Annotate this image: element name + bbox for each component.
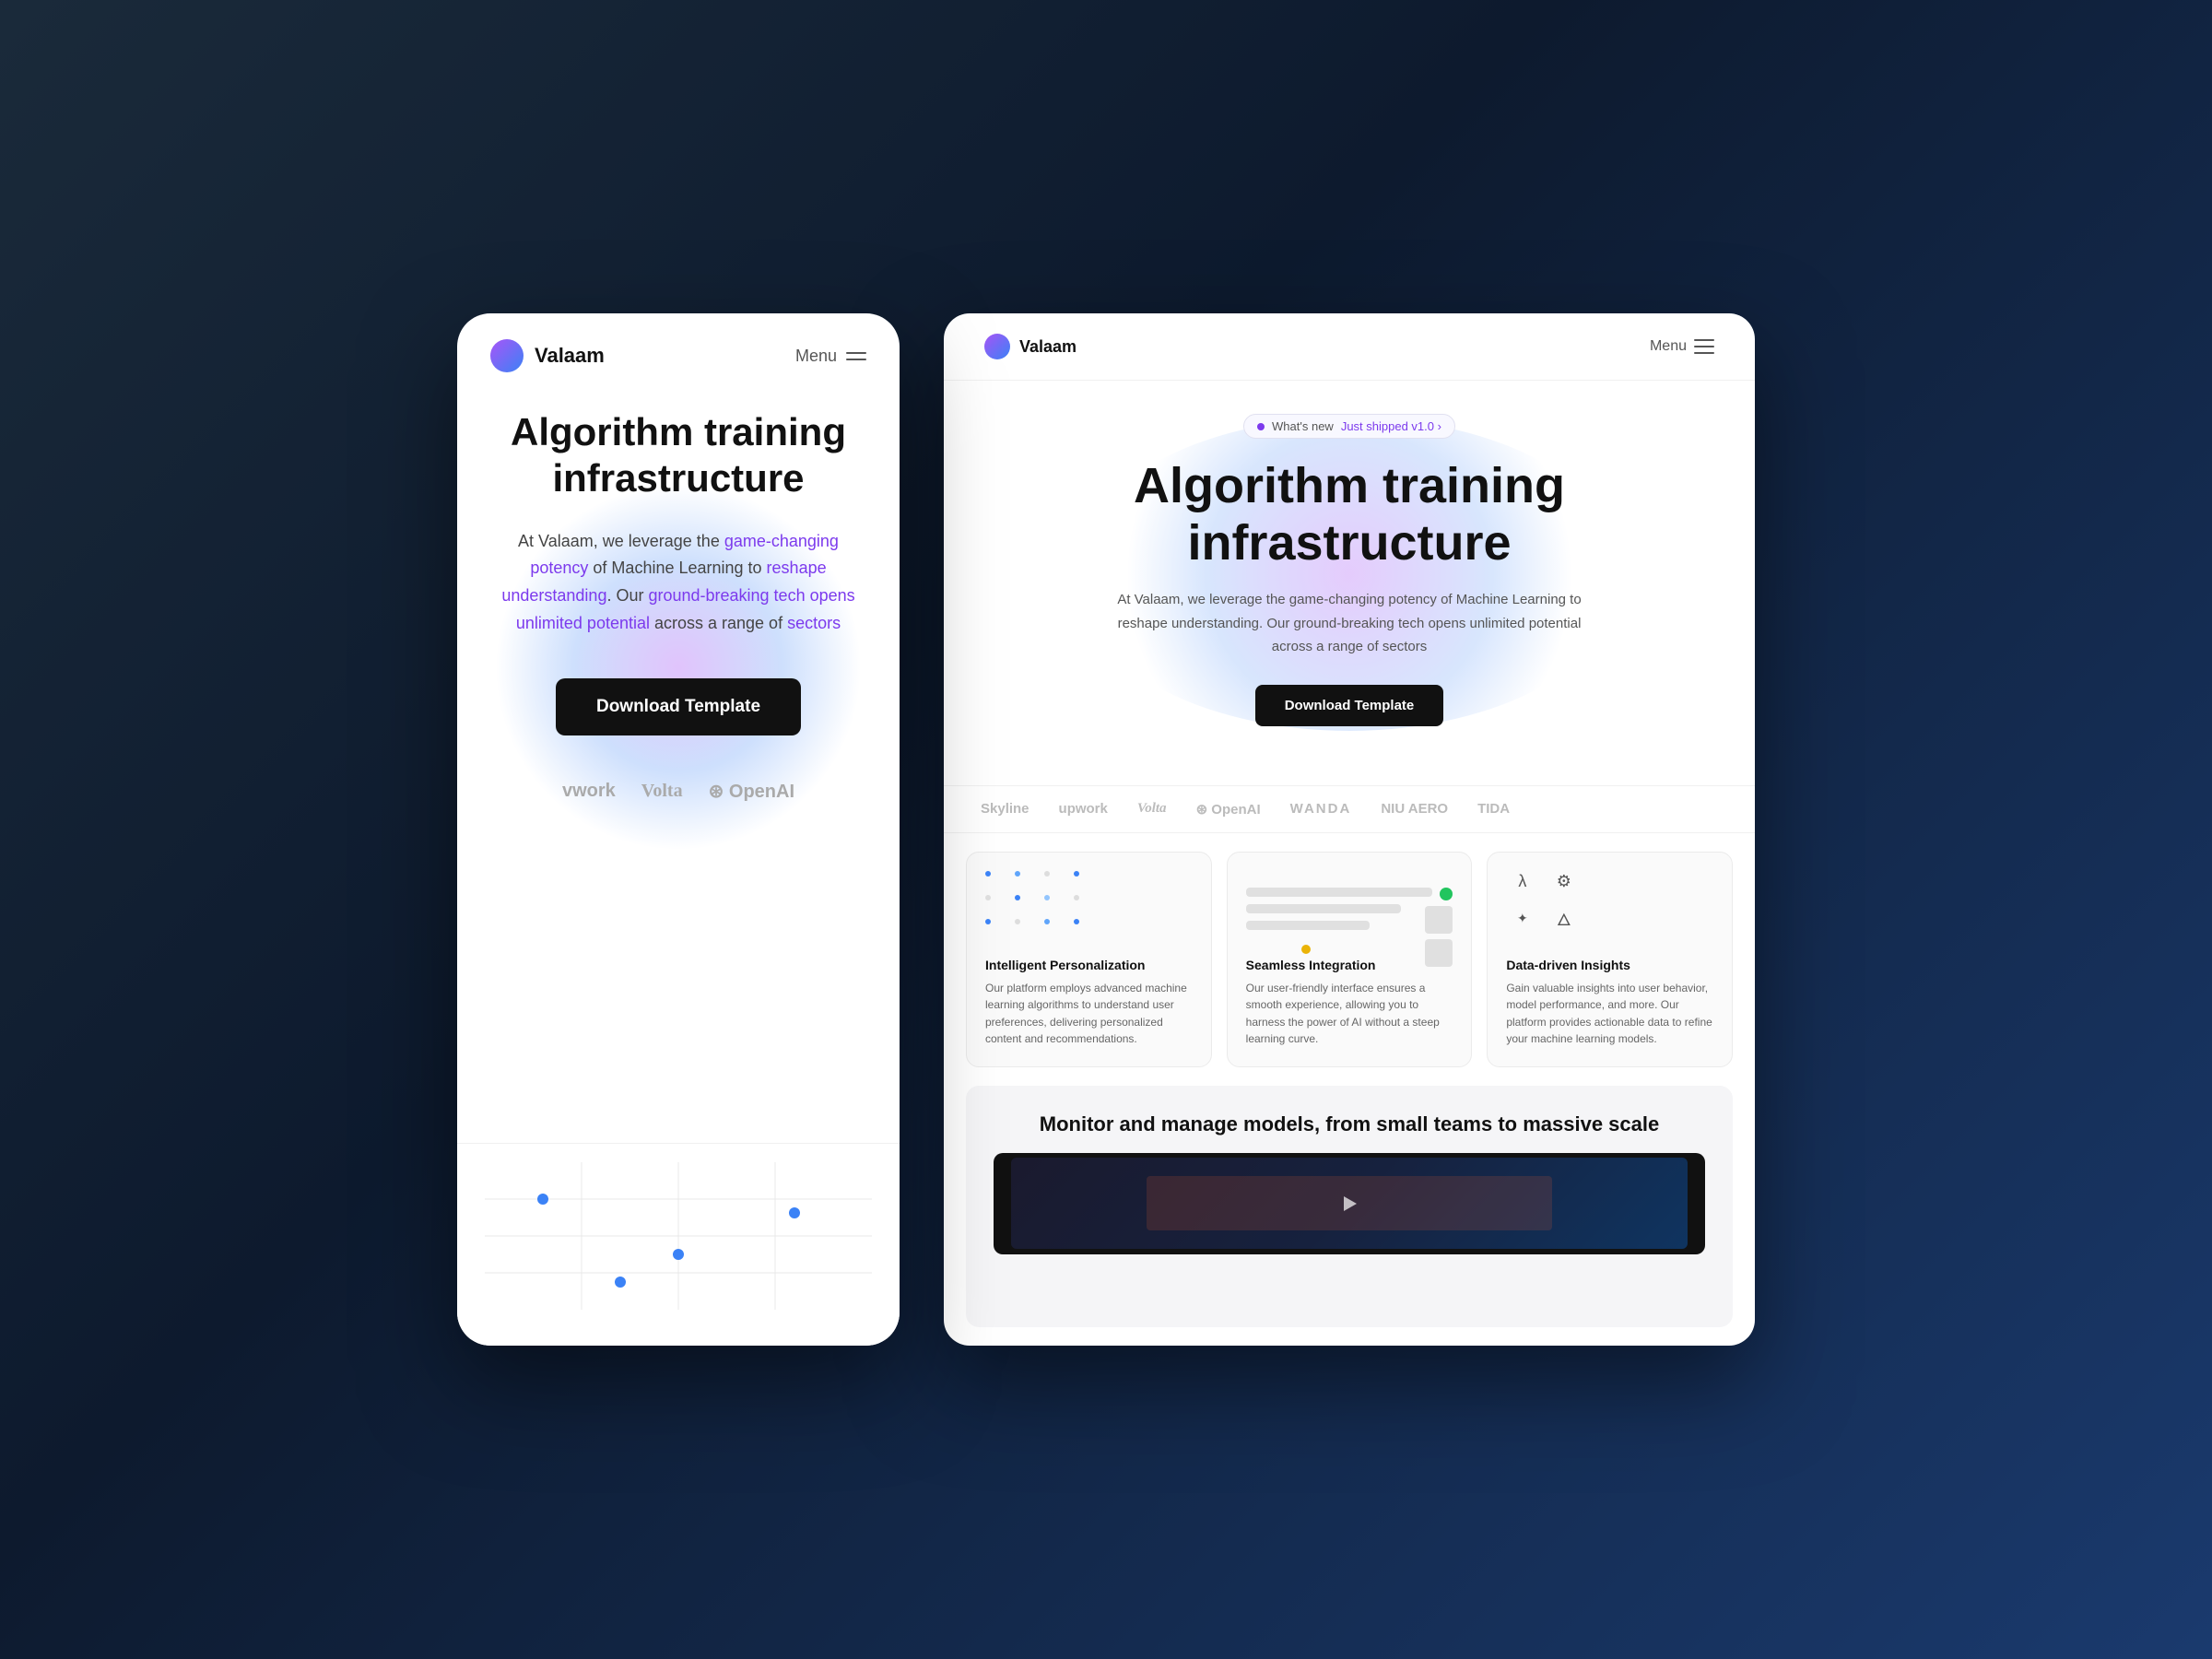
play-area (1147, 1176, 1552, 1230)
gear-symbol: ⚙ (1547, 871, 1580, 892)
feature-visual-3: λ ⚙ ✦ 🜂 (1506, 871, 1713, 945)
badge-version-label: Just shipped v1.0 › (1341, 419, 1441, 433)
feature-title-3: Data-driven Insights (1506, 958, 1713, 972)
desktop-logo-niuaero: NIU AERO (1381, 801, 1448, 817)
chart-dot-1 (537, 1194, 548, 1205)
mobile-download-button[interactable]: Download Template (556, 678, 801, 735)
play-icon (1338, 1193, 1360, 1215)
mobile-logo-name: Valaam (535, 344, 605, 368)
desktop-download-button[interactable]: Download Template (1255, 685, 1444, 726)
lines-visual (1246, 888, 1453, 961)
feature-card-personalization: Intelligent Personalization Our platform… (966, 852, 1212, 1067)
mobile-navbar: Valaam Menu (457, 313, 900, 391)
mobile-chart (485, 1162, 872, 1310)
desktop-logo-wanda: WANDA (1290, 801, 1352, 817)
desktop-navbar: Valaam Menu (944, 313, 1755, 381)
desktop-logos-strip: Skyline upwork Volta ⊛ OpenAI WANDA NIU … (944, 785, 1755, 833)
hamburger-icon[interactable] (846, 352, 866, 360)
desktop-main-title: Algorithm training infrastructure (999, 457, 1700, 571)
feature-card-insights: λ ⚙ ✦ 🜂 Data-driven Insights Gain valuab… (1487, 852, 1733, 1067)
chart-dot-3 (789, 1207, 800, 1218)
feature-desc-2: Our user-friendly interface ensures a sm… (1246, 980, 1453, 1048)
yellow-status-dot (1301, 945, 1311, 954)
desktop-hamburger-icon[interactable] (1694, 339, 1714, 354)
chart-dot-2 (673, 1249, 684, 1260)
feature-visual-1 (985, 871, 1193, 945)
lambda-symbol: λ (1506, 871, 1538, 892)
mobile-hero-section: Algorithm training infrastructure At Val… (457, 391, 900, 1143)
feature-visual-2 (1246, 871, 1453, 945)
feature-card-integration: Seamless Integration Our user-friendly i… (1227, 852, 1473, 1067)
features-grid: Intelligent Personalization Our platform… (944, 833, 1755, 1086)
desktop-description: At Valaam, we leverage the game-changing… (1110, 588, 1589, 659)
mobile-logo-group: Valaam (490, 339, 605, 372)
bottom-section-title: Monitor and manage models, from small te… (1040, 1112, 1659, 1138)
desktop-hero-section: What's new Just shipped v1.0 › Algorithm… (944, 381, 1755, 785)
mobile-menu-label[interactable]: Menu (795, 347, 837, 366)
mobile-main-title: Algorithm training infrastructure (494, 409, 863, 502)
mobile-preview-card: Valaam Menu Algorithm training infrastru… (457, 313, 900, 1346)
mobile-logos-strip: vwork Volta ⊛ OpenAI (562, 780, 794, 821)
dots-grid (985, 871, 1096, 935)
desktop-menu-label[interactable]: Menu (1650, 338, 1687, 355)
mobile-logo-item-3: ⊛ OpenAI (709, 780, 794, 803)
flame-symbol: 🜂 (1547, 901, 1580, 935)
desktop-logo-openai: ⊛ OpenAI (1196, 801, 1261, 818)
mobile-chart-section (457, 1143, 900, 1346)
desktop-logo-icon (984, 334, 1010, 359)
feature-desc-1: Our platform employs advanced machine le… (985, 980, 1193, 1048)
new-badge: What's new Just shipped v1.0 › (1243, 414, 1455, 439)
video-inner (1011, 1158, 1687, 1249)
feature-title-1: Intelligent Personalization (985, 958, 1193, 972)
badge-dot-icon (1257, 423, 1265, 430)
desktop-menu-group[interactable]: Menu (1650, 338, 1714, 355)
desktop-preview-card: Valaam Menu What's new Just shipped v1.0… (944, 313, 1755, 1346)
feature-desc-3: Gain valuable insights into user behavio… (1506, 980, 1713, 1048)
desktop-logo-tida: TIDA (1477, 801, 1510, 817)
desktop-logo-skyline: Skyline (981, 801, 1030, 817)
desktop-logo-upwork: upwork (1059, 801, 1108, 817)
symbols-grid: λ ⚙ ✦ 🜂 (1506, 871, 1580, 935)
mobile-logo-icon (490, 339, 524, 372)
bottom-section: Monitor and manage models, from small te… (966, 1086, 1733, 1327)
green-status-dot (1440, 888, 1453, 900)
mobile-logo-item-1: vwork (562, 781, 616, 802)
desktop-logo-name: Valaam (1019, 337, 1077, 357)
desktop-logo-volta: Volta (1137, 801, 1167, 817)
mobile-description: At Valaam, we leverage the game-changing… (494, 528, 863, 638)
chart-dot-4 (615, 1277, 626, 1288)
mobile-menu-group[interactable]: Menu (795, 347, 866, 366)
mobile-logo-item-2: Volta (641, 781, 683, 802)
bottom-video-preview[interactable] (994, 1153, 1705, 1254)
desktop-logo-group: Valaam (984, 334, 1077, 359)
loading-symbol: ✦ (1506, 901, 1538, 935)
badge-new-label: What's new (1272, 419, 1334, 433)
